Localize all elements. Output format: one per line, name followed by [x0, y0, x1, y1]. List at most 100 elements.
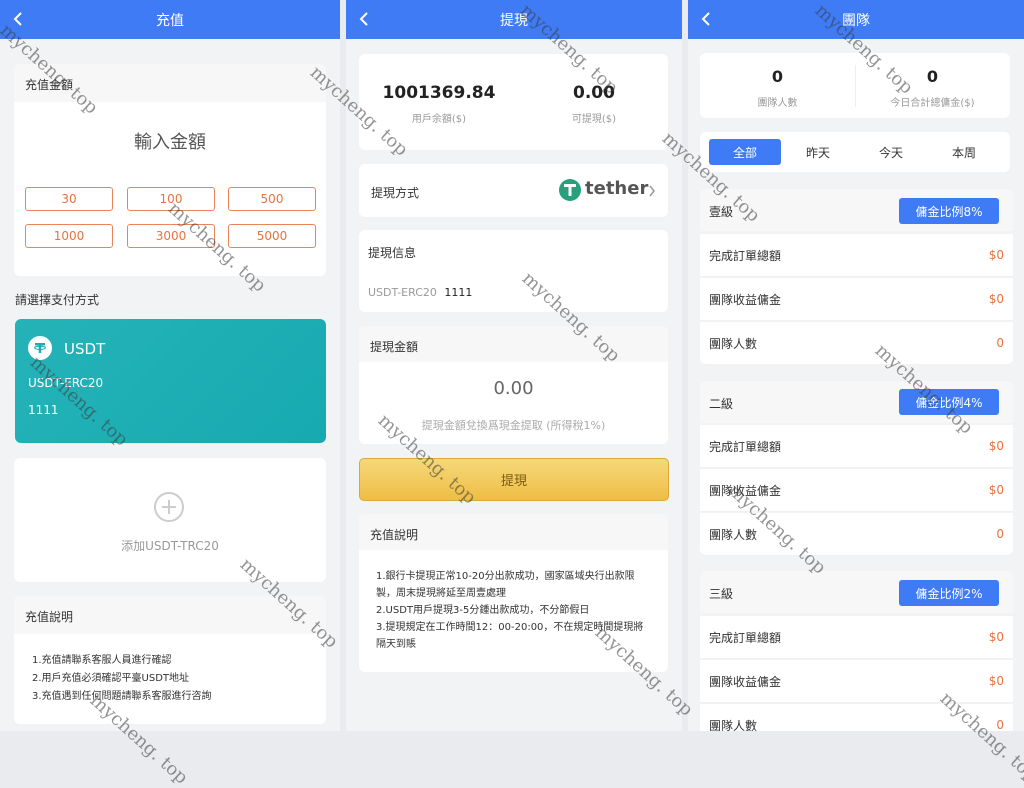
row-label: 團隊人數	[709, 336, 758, 351]
recharge-notes-list: 1.充值請聯系客服人員進行確認 2.用戶充值必須確認平臺USDT地址 3.充值遇…	[32, 652, 317, 706]
withdraw-amount-hint: 提現金額兌換爲現金提取 (所得稅1%)	[421, 419, 606, 432]
amount-option-500[interactable]: 500	[228, 187, 316, 211]
withdraw-amount-title: 提現金額	[370, 340, 419, 354]
table-row: 團隊人數 0	[700, 322, 1013, 365]
row-value: 0	[996, 718, 1004, 731]
recharge-header: 充值	[0, 0, 340, 39]
withdraw-info-network: USDT-ERC20	[368, 286, 437, 299]
team-header: 團隊	[688, 0, 1024, 39]
card-address: 1111	[28, 403, 59, 417]
withdraw-submit-button[interactable]: 提現	[359, 458, 669, 501]
withdraw-amount-input[interactable]: 0.00	[359, 378, 668, 399]
commission-total-label: 今日合計總傭金($)	[890, 98, 975, 109]
withdraw-notes-card: 充值說明 1.銀行卡提現正常10-20分出款成功，國家區域央行出款限製，周末提現…	[359, 514, 668, 672]
row-value: 0	[996, 336, 1004, 350]
table-row: 團隊人數 0	[700, 704, 1013, 731]
add-usdt-trc20-label: 添加USDT-TRC20	[121, 539, 219, 553]
tab-today[interactable]: 今天	[855, 139, 927, 165]
balance-label: 用戶余額($)	[411, 114, 467, 125]
amount-option-5000[interactable]: 5000	[228, 224, 316, 248]
row-label: 完成訂單總額	[709, 439, 782, 454]
level-3-rate-button[interactable]: 傭金比例2%	[899, 580, 999, 606]
row-label: 團隊人數	[709, 527, 758, 542]
table-row: 團隊收益傭金 $0	[700, 660, 1013, 703]
withdraw-header: 提現	[346, 0, 682, 39]
withdraw-notes-list: 1.銀行卡提現正常10-20分出款成功，國家區域央行出款限製，周末提現將延至周壹…	[376, 568, 651, 653]
level-3-name: 三級	[709, 587, 734, 601]
team-size-label: 團隊人數	[757, 98, 798, 109]
level-1-name: 壹級	[709, 205, 734, 219]
row-value: $0	[988, 439, 1004, 453]
tab-yesterday[interactable]: 昨天	[782, 139, 854, 165]
amount-section-title: 充值金額	[25, 78, 74, 92]
tab-this-week[interactable]: 本周	[928, 139, 1000, 165]
team-stats-card: 0 團隊人數 0 今日合計總傭金($)	[700, 53, 1010, 118]
amount-input[interactable]: 輸入金額	[14, 128, 326, 154]
tether-logo-icon	[559, 179, 581, 201]
withdraw-method-row[interactable]: 提現方式 tether	[359, 164, 668, 217]
row-label: 團隊收益傭金	[709, 674, 782, 689]
commission-total-value: 0	[926, 67, 939, 86]
level-2-rate-button[interactable]: 傭金比例4%	[899, 389, 999, 415]
card-currency-name: USDT	[64, 340, 106, 358]
table-row: 完成訂單總額 $0	[700, 616, 1013, 659]
row-value: $0	[988, 483, 1004, 497]
row-label: 完成訂單總額	[709, 630, 782, 645]
row-value: 0	[996, 527, 1004, 541]
page-title: 充值	[156, 12, 184, 29]
note-line: 1.充值請聯系客服人員進行確認	[32, 655, 172, 666]
recharge-notes-card: 充值說明 1.充值請聯系客服人員進行確認 2.用戶充值必須確認平臺USDT地址 …	[14, 596, 326, 724]
balance-value: 1001369.84	[382, 83, 496, 103]
table-row: 完成訂單總額 $0	[700, 425, 1013, 468]
withdraw-info-account: USDT-ERC20 1111	[368, 286, 472, 299]
withdrawable-value: 0.00	[573, 83, 615, 103]
withdraw-info-title: 提現信息	[368, 246, 417, 260]
recharge-screen: 充值 充值金額 輸入金額 30 100 500 1000 3000 5000 請…	[0, 0, 340, 731]
amount-option-1000[interactable]: 1000	[25, 224, 113, 248]
table-row: 完成訂單總額 $0	[700, 234, 1013, 277]
withdraw-amount-card: 提現金額 0.00 提現金額兌換爲現金提取 (所得稅1%)	[359, 326, 668, 444]
back-arrow-icon[interactable]	[698, 10, 716, 28]
level-1-rate-button[interactable]: 傭金比例8%	[899, 198, 999, 224]
amount-option-100[interactable]: 100	[127, 187, 215, 211]
withdraw-info-card: 提現信息 USDT-ERC20 1111	[359, 230, 668, 312]
table-row: 團隊收益傭金 $0	[700, 278, 1013, 321]
add-circle-icon	[154, 492, 184, 522]
row-label: 完成訂單總額	[709, 248, 782, 263]
row-label: 團隊人數	[709, 718, 758, 732]
tether-icon	[28, 336, 52, 360]
row-label: 團隊收益傭金	[709, 292, 782, 307]
back-arrow-icon[interactable]	[10, 10, 28, 28]
tab-all[interactable]: 全部	[709, 139, 781, 165]
table-row: 團隊人數 0	[700, 513, 1013, 556]
row-value: $0	[988, 248, 1004, 262]
note-line: 3.充值遇到任何問題請聯系客服進行咨詢	[32, 691, 212, 702]
level-2-name: 二級	[709, 397, 734, 411]
table-row: 團隊收益傭金 $0	[700, 469, 1013, 512]
usdt-payment-card[interactable]: USDT USDT-ERC20 1111	[15, 319, 326, 443]
card-network: USDT-ERC20	[28, 376, 104, 390]
row-value: $0	[988, 292, 1004, 306]
withdraw-method-label: 提現方式	[371, 186, 420, 200]
note-line: 2.用戶充值必須確認平臺USDT地址	[32, 673, 190, 684]
withdraw-screen: 提現 1001369.84 用戶余額($) 0.00 可提現($) 提現方式 t…	[346, 0, 682, 731]
amount-card: 充值金額 輸入金額 30 100 500 1000 3000 5000	[14, 64, 326, 276]
page-title: 提現	[500, 12, 528, 29]
withdraw-info-address: 1111	[444, 286, 473, 299]
balance-card: 1001369.84 用戶余額($) 0.00 可提現($)	[359, 54, 668, 150]
add-payment-card[interactable]: 添加USDT-TRC20	[14, 458, 326, 582]
row-value: $0	[988, 630, 1004, 644]
note-line: 1.銀行卡提現正常10-20分出款成功，國家區域央行出款限製，周末提現將延至周壹…	[376, 571, 635, 599]
row-label: 團隊收益傭金	[709, 483, 782, 498]
withdrawable-label: 可提現($)	[571, 114, 617, 125]
chevron-right-icon	[649, 185, 655, 197]
note-line: 2.USDT用戶提現3-5分鍾出款成功，不分節假日	[376, 605, 590, 616]
amount-option-30[interactable]: 30	[25, 187, 113, 211]
withdraw-notes-title: 充值說明	[370, 528, 419, 542]
payment-method-title: 請選擇支付方式	[15, 293, 100, 307]
note-line: 3.提現規定在工作時間12：00-20:00，不在規定時間提現將隔天到賬	[376, 622, 644, 650]
page-title: 團隊	[842, 12, 870, 29]
back-arrow-icon[interactable]	[356, 10, 374, 28]
amount-option-3000[interactable]: 3000	[127, 224, 215, 248]
withdraw-method-value: tether	[585, 178, 649, 199]
